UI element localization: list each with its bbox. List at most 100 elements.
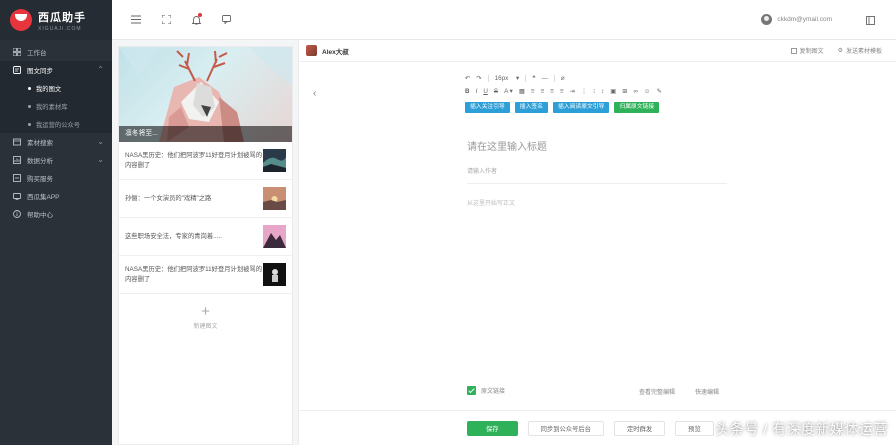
fullscreen-icon[interactable]: [158, 12, 174, 28]
align-left-icon[interactable]: ≡: [531, 88, 535, 95]
author-input[interactable]: 请输入作者: [467, 166, 727, 184]
sidebar-item-label: 帮助中心: [27, 212, 53, 219]
quick-edit-link[interactable]: 快速编辑: [695, 387, 719, 396]
ordered-list-icon[interactable]: ⋮: [581, 88, 587, 95]
notification-badge: [198, 12, 202, 17]
article-title: NASA黑历史：他们把阿波罗11好登月计划被骂的内容删了: [125, 151, 263, 169]
cart-icon: [12, 174, 21, 183]
underline-icon[interactable]: U: [483, 88, 488, 95]
editor-toolbar: ↶ ↷ 16px ▾ ❝ — ⌀ B I U S A ▾ ▦ ≡ ≡ ≡ ≡ ⇥…: [465, 72, 725, 113]
article-title: 这些职场安全法，专家的青岗着.....: [125, 232, 222, 240]
strikethrough-icon[interactable]: S: [494, 88, 498, 95]
quote-icon[interactable]: ❝: [532, 75, 535, 82]
horizontal-rule-icon[interactable]: —: [542, 75, 548, 82]
sidebar-item-data-analysis[interactable]: 数据分析 ⌄: [0, 151, 112, 169]
full-edit-link[interactable]: 查看完整编辑: [639, 387, 675, 396]
watermelon-logo-icon: [10, 9, 32, 31]
sidebar-subitem-label: 我运营的公众号: [36, 121, 81, 129]
copy-article-button[interactable]: 复制图文: [790, 46, 824, 55]
highlight-icon[interactable]: ▦: [519, 88, 525, 95]
original-link-button[interactable]: 归属原文链接: [614, 102, 660, 113]
font-color-icon[interactable]: A ▾: [504, 88, 513, 95]
scheduled-send-button[interactable]: 定时群发: [613, 420, 666, 436]
sidebar-item-label: 工作台: [27, 50, 47, 57]
gear-icon: ⚙: [837, 48, 843, 54]
watermark: 头条号 / 有深度新媒体运营: [715, 421, 888, 437]
sidebar-item-label: 购买服务: [27, 176, 53, 183]
sidebar: 西瓜助手 XIGUAJI.COM 工作台 图文同步 ⌃ 我的图文 我的素材库 我…: [0, 0, 112, 445]
link-icon[interactable]: ∞: [634, 88, 639, 95]
send-template-label: 发送素材模板: [845, 49, 882, 55]
add-article-button[interactable]: + 新建图文: [119, 304, 292, 330]
justify-icon[interactable]: ≡: [560, 88, 564, 95]
italic-icon[interactable]: I: [476, 88, 478, 95]
format-painter-icon[interactable]: ✎: [656, 88, 661, 95]
chevron-left-icon[interactable]: ‹: [313, 88, 316, 99]
cover-article[interactable]: 凛冬将至...: [119, 47, 292, 142]
chevron-up-icon: ⌃: [97, 65, 104, 74]
logout-icon[interactable]: [862, 12, 878, 28]
sync-to-backend-button[interactable]: 同步到公众号后台: [527, 420, 604, 436]
emoji-icon[interactable]: ☺: [644, 88, 650, 95]
redo-icon[interactable]: ↷: [476, 75, 481, 82]
article-title: NASA黑历史：他们把阿波罗11好登月计划被骂的内容删了: [125, 265, 263, 283]
body-editor[interactable]: 从这里开始写正文: [467, 198, 515, 207]
sidebar-subitem-my-articles[interactable]: 我的图文: [0, 79, 112, 97]
menu-toggle-icon[interactable]: [128, 12, 144, 28]
insert-signature-button[interactable]: 插入签名: [514, 102, 548, 113]
sidebar-subitem-label: 我的图文: [36, 85, 62, 93]
user-account[interactable]: ckkdm@ymail.com: [761, 14, 832, 25]
insert-follow-guide-button[interactable]: 插入关注引导: [465, 102, 510, 113]
font-size-value: 16px: [494, 75, 509, 82]
image-icon[interactable]: ▣: [610, 88, 616, 95]
article-item[interactable]: NASA黑历史：他们把阿波罗11好登月计划被骂的内容删了: [119, 142, 292, 180]
sidebar-item-dashboard[interactable]: 工作台: [0, 43, 112, 61]
title-input[interactable]: 请在这里输入标题: [467, 138, 547, 153]
mountain-thumbnail: [263, 225, 286, 248]
search-icon: [12, 138, 21, 147]
article-item[interactable]: 这些职场安全法，专家的青岗着.....: [119, 218, 292, 256]
line-height-icon[interactable]: ↕: [601, 88, 604, 95]
article-item[interactable]: NASA黑历史：他们把阿波罗11好登月计划被骂的内容删了: [119, 256, 292, 294]
original-link-label: 原文链接: [481, 389, 506, 395]
sidebar-item-article-sync[interactable]: 图文同步 ⌃: [0, 61, 112, 79]
preview-button[interactable]: 预览: [675, 420, 714, 436]
sidebar-item-label: 数据分析: [27, 158, 53, 165]
sunset-thumbnail: [263, 187, 286, 210]
clear-format-icon[interactable]: ⌀: [561, 75, 565, 82]
align-center-icon[interactable]: ≡: [540, 88, 544, 95]
original-link-checkbox[interactable]: 原文链接: [467, 386, 505, 395]
author-avatar: [306, 45, 317, 56]
copy-article-label: 复制图文: [799, 49, 824, 55]
help-icon: [12, 210, 21, 219]
copy-icon: [790, 47, 797, 54]
sidebar-item-help[interactable]: 帮助中心: [0, 205, 112, 223]
chevron-down-icon: ⌄: [97, 155, 104, 164]
astronaut-thumbnail: [263, 263, 286, 286]
sidebar-item-material-search[interactable]: 素材搜索 ⌄: [0, 133, 112, 151]
sidebar-item-purchase[interactable]: 购买服务: [0, 169, 112, 187]
sidebar-subitem-material-library[interactable]: 我的素材库: [0, 97, 112, 115]
logo[interactable]: 西瓜助手 XIGUAJI.COM: [0, 0, 112, 40]
sidebar-item-label: 西瓜集APP: [27, 194, 60, 201]
article-item[interactable]: 孙俪：一个女演员的"戏精"之路: [119, 180, 292, 218]
table-icon[interactable]: ⊞: [622, 88, 627, 95]
article-list-panel: 凛冬将至... NASA黑历史：他们把阿波罗11好登月计划被骂的内容删了 孙俪：…: [118, 46, 293, 445]
cover-caption: 凛冬将至...: [119, 126, 292, 142]
sidebar-item-app[interactable]: 西瓜集APP: [0, 187, 112, 205]
message-icon[interactable]: [218, 12, 234, 28]
font-size-select[interactable]: 16px ▾: [495, 75, 520, 82]
undo-icon[interactable]: ↶: [465, 75, 470, 82]
aurora-thumbnail: [263, 149, 286, 172]
brand-subtitle: XIGUAJI.COM: [38, 25, 82, 32]
editor-panel: Alex大叔 复制图文 ⚙ 发送素材模板 ‹ ↶ ↷ 16px ▾ ❝ — ⌀ B…: [298, 40, 896, 445]
align-right-icon[interactable]: ≡: [550, 88, 554, 95]
insert-read-original-button[interactable]: 插入阅读原文引导: [553, 102, 610, 113]
unordered-list-icon[interactable]: ⁝: [593, 88, 595, 95]
indent-icon[interactable]: ⇥: [570, 88, 575, 95]
notification-bell-icon[interactable]: [188, 12, 204, 28]
send-template-button[interactable]: ⚙ 发送素材模板: [838, 46, 882, 55]
bold-icon[interactable]: B: [465, 88, 470, 95]
sidebar-subitem-my-accounts[interactable]: 我运营的公众号: [0, 115, 112, 133]
save-button[interactable]: 保存: [467, 420, 518, 436]
